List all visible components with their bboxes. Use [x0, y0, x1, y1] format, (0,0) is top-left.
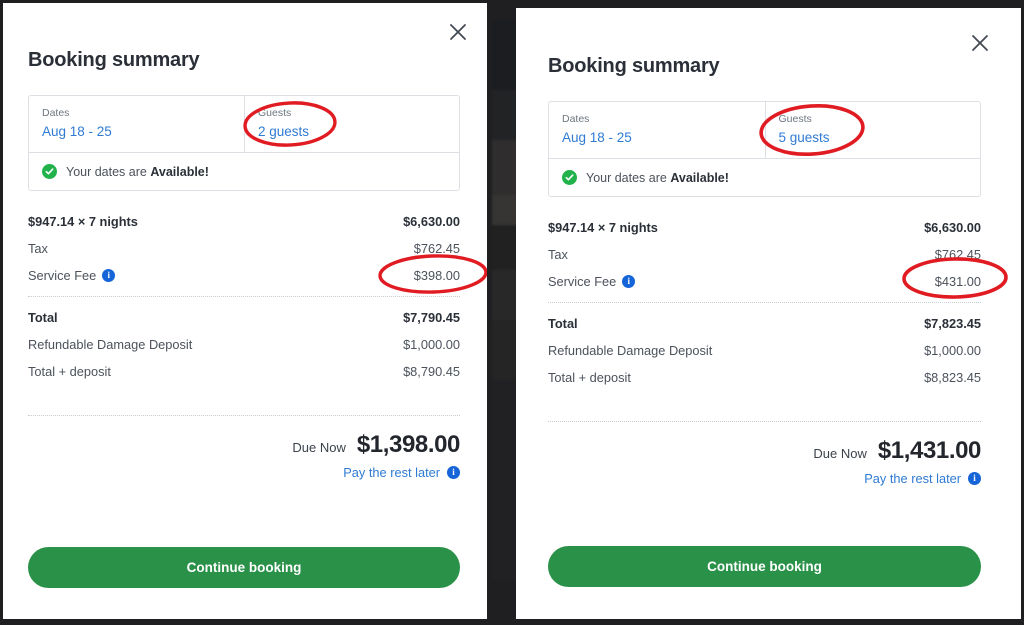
pay-later-label: Pay the rest later: [864, 471, 961, 486]
service-fee-value-right: $431.00: [934, 274, 981, 289]
screen-root: Booking summary Dates Aug 18 - 25 Guests…: [0, 0, 1024, 625]
price-breakdown-left: $947.14 × 7 nights $6,630.00 Tax $762.45…: [28, 208, 460, 385]
check-circle-icon: [42, 164, 57, 179]
table-row: Tax $762.45: [28, 235, 460, 262]
check-circle-icon: [562, 170, 577, 185]
guests-cell-right[interactable]: Guests 5 guests: [764, 102, 981, 158]
close-icon: [450, 24, 466, 40]
row-value: $762.45: [934, 247, 981, 262]
stay-details-box-right: Dates Aug 18 - 25 Guests 5 guests Your d: [548, 101, 981, 197]
dates-cell-left[interactable]: Dates Aug 18 - 25: [29, 96, 244, 152]
dates-cell-right[interactable]: Dates Aug 18 - 25: [549, 102, 765, 158]
row-label: Service Fee: [28, 268, 97, 283]
close-button-right[interactable]: [967, 30, 993, 56]
divider-before-due-right: [548, 421, 981, 422]
table-row: Total + deposit $8,790.45: [28, 358, 460, 385]
guests-value-left: 2 guests: [258, 124, 310, 139]
availability-prefix-left: Your dates are: [66, 164, 151, 179]
divider: [28, 296, 460, 297]
pay-later-info-icon[interactable]: i: [447, 466, 460, 479]
row-value: $8,823.45: [924, 370, 981, 385]
continue-booking-button-right[interactable]: Continue booking: [548, 546, 981, 587]
availability-status-left: Available!: [150, 164, 209, 179]
table-row: Total + deposit $8,823.45: [548, 364, 981, 391]
continue-booking-button-left[interactable]: Continue booking: [28, 547, 460, 588]
due-now-amount-right: $1,431.00: [877, 437, 982, 464]
row-label: Service Fee: [548, 274, 617, 289]
guests-label-right: Guests: [778, 113, 812, 125]
price-breakdown-right: $947.14 × 7 nights $6,630.00 Tax $762.45…: [548, 214, 981, 391]
service-fee-value-left: $398.00: [413, 268, 460, 283]
dates-value-right: Aug 18 - 25: [562, 130, 632, 145]
service-fee-info-icon[interactable]: i: [102, 269, 116, 282]
availability-row-left: Your dates are Available!: [29, 152, 459, 190]
row-label: $947.14 × 7 nights: [548, 220, 658, 235]
table-row: Refundable Damage Deposit $1,000.00: [28, 331, 460, 358]
dates-label-right: Dates: [562, 113, 590, 125]
availability-text-left: Your dates are Available!: [66, 165, 209, 179]
row-label: Refundable Damage Deposit: [548, 343, 713, 358]
table-row: Refundable Damage Deposit $1,000.00: [548, 337, 981, 364]
table-row: $947.14 × 7 nights $6,630.00: [28, 208, 460, 235]
row-value: $7,823.45: [924, 316, 981, 331]
background-photo: [492, 20, 518, 580]
row-label: Tax: [28, 241, 48, 256]
row-value: $8,790.45: [403, 364, 460, 379]
availability-status-right: Available!: [670, 170, 729, 185]
guests-label-left: Guests: [258, 107, 292, 119]
booking-summary-modal-left: Booking summary Dates Aug 18 - 25 Guests…: [3, 3, 487, 619]
row-label: Total + deposit: [28, 364, 111, 379]
pay-the-rest-later-link-right[interactable]: Pay the rest later i: [548, 471, 981, 486]
divider: [548, 302, 981, 303]
panel-title-right: Booking summary: [548, 55, 720, 77]
row-value: $6,630.00: [403, 214, 460, 229]
row-label: Refundable Damage Deposit: [28, 337, 193, 352]
row-label: $947.14 × 7 nights: [28, 214, 138, 229]
row-value: $6,630.00: [924, 220, 981, 235]
row-value: $1,000.00: [403, 337, 460, 352]
due-now-block-left: Due Now $1,398.00 Pay the rest later i: [28, 431, 460, 480]
availability-text-right: Your dates are Available!: [586, 171, 729, 185]
availability-prefix-right: Your dates are: [586, 170, 671, 185]
table-row: Tax $762.45: [548, 241, 981, 268]
table-row: Service Fee i $398.00: [28, 262, 460, 289]
pay-later-info-icon[interactable]: i: [968, 472, 981, 485]
row-label: Total + deposit: [548, 370, 631, 385]
row-value: $7,790.45: [403, 310, 460, 325]
guests-value-right: 5 guests: [778, 130, 830, 145]
row-label: Total: [28, 310, 58, 325]
due-now-label-left: Due Now: [292, 440, 346, 455]
row-value: $1,000.00: [924, 343, 981, 358]
divider-before-due-left: [28, 415, 460, 416]
dates-value-left: Aug 18 - 25: [42, 124, 112, 139]
table-row: Service Fee i $431.00: [548, 268, 981, 295]
table-row: Total $7,790.45: [28, 304, 460, 331]
booking-summary-modal-right: Booking summary Dates Aug 18 - 25 Guests…: [516, 8, 1021, 619]
panel-title-left: Booking summary: [28, 49, 200, 71]
due-now-label-right: Due Now: [813, 446, 867, 461]
availability-row-right: Your dates are Available!: [549, 158, 980, 196]
close-button-left[interactable]: [445, 19, 471, 45]
table-row: $947.14 × 7 nights $6,630.00: [548, 214, 981, 241]
pay-the-rest-later-link-left[interactable]: Pay the rest later i: [28, 465, 460, 480]
due-now-amount-left: $1,398.00: [356, 431, 461, 458]
row-label: Total: [548, 316, 578, 331]
close-icon: [972, 35, 988, 51]
due-now-block-right: Due Now $1,431.00 Pay the rest later i: [548, 437, 981, 486]
row-label: Tax: [548, 247, 568, 262]
service-fee-info-icon[interactable]: i: [622, 275, 636, 288]
dates-label-left: Dates: [42, 107, 70, 119]
pay-later-label: Pay the rest later: [343, 465, 440, 480]
guests-cell-left[interactable]: Guests 2 guests: [244, 96, 459, 152]
table-row: Total $7,823.45: [548, 310, 981, 337]
row-value: $762.45: [413, 241, 460, 256]
stay-details-box-left: Dates Aug 18 - 25 Guests 2 guests Your d: [28, 95, 460, 191]
